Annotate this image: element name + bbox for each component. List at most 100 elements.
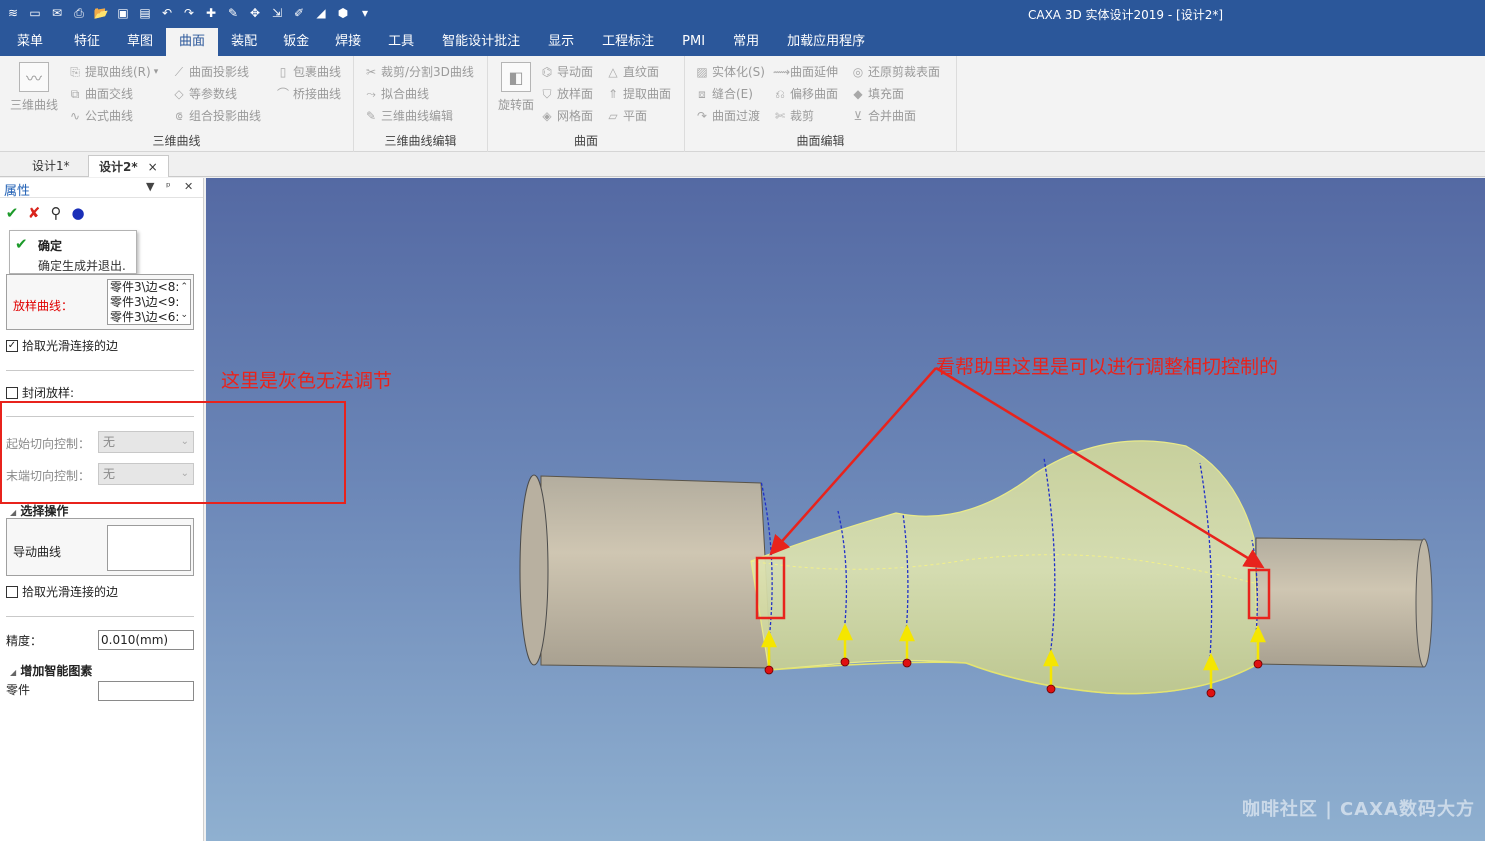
fill-surface-label: 填充面 (868, 87, 905, 101)
app-menu-icon[interactable]: ≋ (4, 4, 22, 22)
loft-surface-button[interactable]: ⛉ 放样面 (540, 85, 593, 102)
surface-intersection-button[interactable]: ⧉ 曲面交线 (68, 85, 133, 102)
ruled-surface-button[interactable]: △ 直纹面 (606, 63, 659, 80)
tab-feature[interactable]: 特征 (60, 28, 114, 56)
curve-edit-button[interactable]: ✎ 三维曲线编辑 (364, 107, 453, 124)
confirm-check-icon[interactable]: ✔ (4, 204, 20, 222)
scroll-up-icon[interactable]: ⌃ (180, 282, 188, 292)
redo-icon[interactable]: ↷ (180, 4, 198, 22)
preview-glasses-icon[interactable]: ⚲ (48, 204, 64, 222)
formula-curve-label: 公式曲线 (85, 109, 134, 123)
scroll-down-icon[interactable]: ⌄ (180, 310, 188, 320)
tab-display[interactable]: 显示 (534, 28, 588, 56)
print-icon[interactable]: ⎙ (70, 4, 88, 22)
tab-pmi[interactable]: PMI (668, 28, 719, 56)
add-icon[interactable]: ✚ (202, 4, 220, 22)
sweep-surface-button[interactable]: ⌬ 导动面 (540, 63, 593, 80)
combined-projection-button[interactable]: ⟃ 组合投影曲线 (172, 107, 261, 124)
pin-icon[interactable]: ᵖ (166, 180, 171, 193)
group-label-3d-curve: 三维曲线 (152, 134, 201, 148)
more-icon[interactable]: ▾ (356, 4, 374, 22)
pen-icon[interactable]: ✎ (224, 4, 242, 22)
guide-curve-list[interactable] (107, 525, 191, 571)
3d-viewport[interactable]: 咖啡社区 | CAXA数码大方 (206, 178, 1485, 841)
save-as-icon[interactable]: ▤ (136, 4, 154, 22)
annotation-right-note: 看帮助里这里是可以进行调整相切控制的 (936, 356, 1279, 378)
tab-smart-annotation[interactable]: 智能设计批注 (428, 28, 534, 56)
iso-parameter-icon: ◇ (174, 86, 184, 101)
mesh-surface-button[interactable]: ◈ 网格面 (540, 107, 593, 124)
tab-assembly[interactable]: 装配 (218, 28, 270, 56)
bridge-curve-button[interactable]: ⌒ 桥接曲线 (276, 85, 341, 102)
checkbox-checked[interactable]: ✓ (6, 339, 18, 352)
left-cylinder[interactable] (519, 474, 772, 669)
extract-curve-button[interactable]: ⎘ 提取曲线(R) ▾ (68, 63, 158, 80)
restore-trimmed-button[interactable]: ◎ 还原剪裁表面 (851, 63, 940, 80)
cancel-x-icon[interactable]: ✘ (26, 204, 42, 222)
closed-loft-option[interactable]: 封闭放样: (6, 384, 74, 401)
trim-split-curve-button[interactable]: ✂ 裁剪/分割3D曲线 (364, 63, 474, 80)
surface-projection-button[interactable]: ⟋ 曲面投影线 (172, 63, 249, 80)
undo-icon[interactable]: ↶ (158, 4, 176, 22)
surface-blend-button[interactable]: ↷ 曲面过渡 (695, 107, 760, 124)
right-cylinder[interactable] (1255, 537, 1433, 668)
merge-surface-button[interactable]: ⊻ 合并曲面 (851, 107, 916, 124)
pick-smooth-edges-1[interactable]: ✓ 拾取光滑连接的边 (6, 337, 118, 354)
solidify-button[interactable]: ▨ 实体化(S) (695, 63, 765, 80)
new-icon[interactable]: ▭ (26, 4, 44, 22)
checkbox-unchecked[interactable] (6, 386, 18, 399)
trim-surface-button[interactable]: ✄ 裁剪 (773, 107, 814, 124)
checkbox-unchecked[interactable] (6, 585, 18, 598)
tab-sketch[interactable]: 草图 (114, 28, 166, 56)
part-input[interactable] (98, 681, 194, 701)
iso-parameter-button[interactable]: ◇ 等参数线 (172, 85, 237, 102)
tab-welding[interactable]: 焊接 (322, 28, 374, 56)
fill-surface-button[interactable]: ◆ 填充面 (851, 85, 904, 102)
stitch-button[interactable]: ⧈ 缝合(E) (695, 85, 753, 102)
edit-icon[interactable]: ✐ (290, 4, 308, 22)
fit-curve-button[interactable]: ⤳ 拟合曲线 (364, 85, 429, 102)
tab-addins[interactable]: 加载应用程序 (773, 28, 879, 56)
open-icon[interactable]: 📂 (92, 4, 110, 22)
mail-icon[interactable]: ✉ (48, 4, 66, 22)
select-operation-section[interactable]: ◢ 选择操作 (10, 502, 68, 519)
import-icon[interactable]: ⇲ (268, 4, 286, 22)
triangle-icon[interactable]: ◢ (312, 4, 330, 22)
group-3d-curve-edit: ✂ 裁剪/分割3D曲线 ⤳ 拟合曲线 ✎ 三维曲线编辑 三维曲线编辑 (354, 56, 488, 152)
precision-input[interactable]: 0.010(mm) (98, 630, 194, 650)
offset-surface-button[interactable]: ⎌ 偏移曲面 (773, 85, 838, 102)
doc-tab-design2[interactable]: 设计2* × (88, 155, 169, 177)
tab-surface[interactable]: 曲面 (166, 28, 219, 56)
help-dot-icon[interactable]: ● (70, 204, 86, 222)
panel-close-icon[interactable]: ✕ (184, 180, 193, 193)
add-smart-element-section[interactable]: ◢ 增加智能图素 (10, 662, 92, 679)
tab-sheetmetal[interactable]: 钣金 (270, 28, 322, 56)
loft-curves-list[interactable]: 零件3\边<8: 零件3\边<9: 零件3\边<6: ⌃ ⌄ (107, 279, 191, 325)
list-item[interactable]: 零件3\边<6: (108, 310, 178, 324)
doc-tab-design1[interactable]: 设计1* (22, 155, 80, 177)
move-icon[interactable]: ✥ (246, 4, 264, 22)
shape-icon[interactable]: ⬢ (334, 4, 352, 22)
tab-common[interactable]: 常用 (719, 28, 773, 56)
offset-surface-icon: ⎌ (775, 86, 785, 101)
confirm-tooltip: ✔ 确定 确定生成并退出. (9, 230, 137, 274)
panel-dropdown-icon[interactable]: ▼ (146, 180, 154, 193)
wrap-curve-button[interactable]: ▯ 包裹曲线 (276, 63, 341, 80)
combined-projection-icon: ⟃ (175, 108, 183, 123)
loft-surface-icon: ⛉ (542, 86, 552, 101)
tab-engineering-annotation[interactable]: 工程标注 (588, 28, 668, 56)
tab-tools[interactable]: 工具 (374, 28, 428, 56)
extract-surface-button[interactable]: ⇑ 提取曲面 (606, 85, 671, 102)
close-tab-icon[interactable]: × (148, 160, 158, 174)
pick-smooth-edges-2[interactable]: 拾取光滑连接的边 (6, 583, 118, 600)
list-item[interactable]: 零件3\边<8: (108, 280, 178, 295)
save-icon[interactable]: ▣ (114, 4, 132, 22)
plane-button[interactable]: ▱ 平面 (606, 107, 647, 124)
formula-curve-button[interactable]: ∿ 公式曲线 (68, 107, 133, 124)
list-item[interactable]: 零件3\边<9: (108, 295, 178, 310)
tab-menu[interactable]: 菜单 (0, 28, 60, 56)
loft-surface[interactable] (750, 440, 1259, 695)
revolve-surface-button[interactable]: ◧ 旋转面 (490, 62, 542, 113)
3d-curve-button[interactable]: 〰 三维曲线 (8, 62, 60, 113)
surface-extend-button[interactable]: ⟿ 曲面延伸 (773, 63, 838, 80)
